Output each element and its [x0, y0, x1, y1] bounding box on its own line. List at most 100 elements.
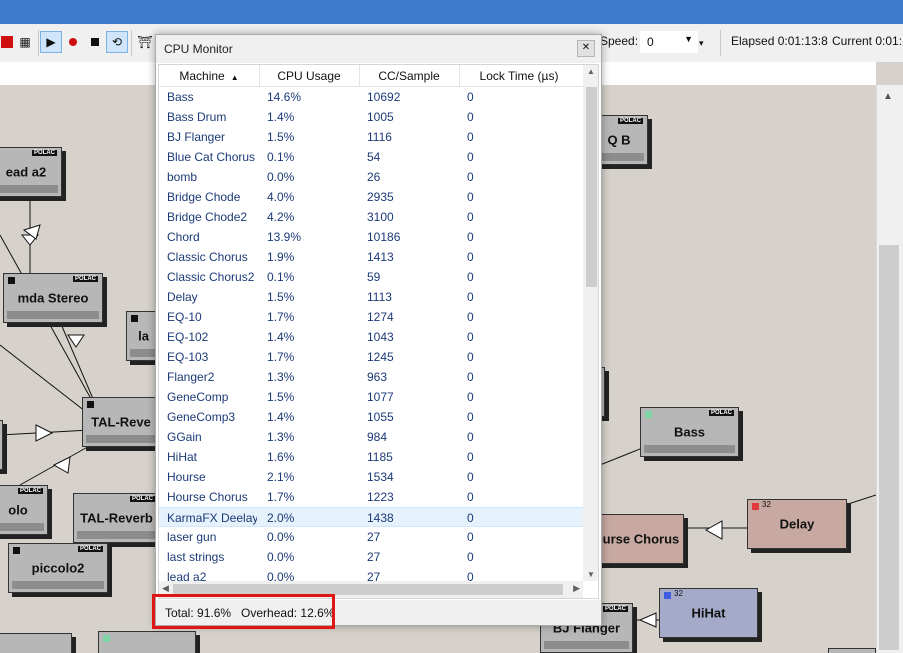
- scroll-thumb[interactable]: [879, 245, 899, 650]
- column-header-cpu-usage[interactable]: CPU Usage: [259, 69, 359, 83]
- table-row[interactable]: Hourse 2.1% 1534 0: [159, 467, 583, 487]
- cell-cc-sample: 26: [367, 170, 381, 184]
- scroll-up-icon[interactable]: ▲: [587, 67, 595, 76]
- plugin-tag: POLAC: [618, 118, 643, 124]
- machine-bass[interactable]: POLAC Bass: [640, 407, 739, 457]
- cell-machine: Bass: [167, 90, 194, 104]
- cell-lock-time: 0: [467, 250, 474, 264]
- cell-cpu-usage: 2.0%: [267, 511, 295, 525]
- table-row[interactable]: HiHat 1.6% 1185 0: [159, 447, 583, 467]
- machine-footer: [77, 531, 156, 539]
- canvas-vertical-scrollbar[interactable]: ▲: [876, 85, 903, 653]
- column-header-machine[interactable]: Machine ▲: [159, 69, 259, 83]
- machine-led: [87, 401, 94, 408]
- cell-machine: last strings: [167, 550, 225, 564]
- table-row[interactable]: Delay 1.5% 1113 0: [159, 287, 583, 307]
- table-row[interactable]: GeneComp 1.5% 1077 0: [159, 387, 583, 407]
- machine-tal-reverb[interactable]: TAL-Reve: [82, 397, 160, 447]
- cell-cc-sample: 10186: [367, 230, 401, 244]
- cell-cpu-usage: 1.3%: [267, 430, 295, 444]
- table-row[interactable]: bomb 0.0% 26 0: [159, 167, 583, 187]
- machine-label: ourse Chorus: [594, 531, 680, 547]
- table-row[interactable]: Blue Cat Chorus V 0.1% 54 0: [159, 147, 583, 167]
- table-row[interactable]: EQ-10 1.7% 1274 0: [159, 307, 583, 327]
- machine-partial[interactable]: [0, 633, 72, 653]
- loop-icon[interactable]: ⟲: [106, 31, 128, 53]
- table-row[interactable]: Classic Chorus2 0.1% 59 0: [159, 267, 583, 287]
- scroll-right-icon[interactable]: ▶: [573, 583, 580, 594]
- speed-select[interactable]: 0 ▼: [640, 31, 698, 53]
- table-row[interactable]: GeneComp3 1.4% 1055 0: [159, 407, 583, 427]
- plugin-tag: POLAC: [603, 606, 628, 612]
- table-row[interactable]: Hourse Chorus 1.7% 1223 0: [159, 487, 583, 507]
- record-icon[interactable]: [62, 31, 84, 53]
- scroll-up-icon[interactable]: ▲: [883, 91, 893, 102]
- column-header-lock-time[interactable]: Lock Time (µs): [459, 69, 579, 83]
- metronome-icon[interactable]: ⛩: [134, 31, 156, 53]
- cell-cc-sample: 1113: [367, 290, 392, 304]
- cell-cc-sample: 1413: [367, 250, 394, 264]
- table-row[interactable]: GGain 1.3% 984 0: [159, 427, 583, 447]
- cell-machine: Hourse: [167, 470, 206, 484]
- machine-partial[interactable]: [828, 648, 876, 653]
- machine-partial[interactable]: [0, 420, 3, 470]
- cell-machine: Flanger2: [167, 370, 215, 384]
- cell-machine: EQ-103: [167, 350, 209, 364]
- table-row[interactable]: laser gun 0.0% 27 0: [159, 527, 583, 547]
- machine-hourse-chorus[interactable]: ourse Chorus: [590, 514, 684, 564]
- machine-delay[interactable]: 32 Delay: [747, 499, 847, 549]
- machine-label: Bass: [673, 424, 706, 440]
- machine-lead-a2[interactable]: POLAC ead a2: [0, 147, 62, 197]
- cell-lock-time: 0: [467, 470, 474, 484]
- machine-partial[interactable]: [98, 631, 196, 653]
- cpu-monitor-titlebar[interactable]: CPU Monitor ✕: [156, 35, 601, 63]
- play-icon[interactable]: ▶: [40, 31, 62, 53]
- table-row[interactable]: EQ-103 1.7% 1245 0: [159, 347, 583, 367]
- cell-lock-time: 0: [467, 310, 474, 324]
- cell-cpu-usage: 1.5%: [267, 130, 295, 144]
- cpu-usage-list[interactable]: Machine ▲ CPU Usage CC/Sample Lock Time (…: [158, 64, 599, 599]
- table-row[interactable]: last strings 0.0% 27 0: [159, 547, 583, 567]
- cell-cc-sample: 1116: [367, 130, 392, 144]
- table-row[interactable]: BJ Flanger 1.5% 1116 0: [159, 127, 583, 147]
- machine-footer: [130, 349, 157, 357]
- table-row[interactable]: KarmaFX Deelay2 2.0% 1438 0: [159, 507, 583, 527]
- table-row[interactable]: Bridge Chode 4.0% 2935 0: [159, 187, 583, 207]
- table-row[interactable]: Chord 13.9% 10186 0: [159, 227, 583, 247]
- cell-cpu-usage: 13.9%: [267, 230, 302, 244]
- cell-lock-time: 0: [467, 410, 474, 424]
- table-row[interactable]: Bass Drum 1.4% 1005 0: [159, 107, 583, 127]
- stop-icon[interactable]: [84, 31, 106, 53]
- machine-piccolo[interactable]: POLAC olo: [0, 485, 48, 535]
- table-row[interactable]: Flanger2 1.3% 963 0: [159, 367, 583, 387]
- pattern-grid-icon[interactable]: ▦: [14, 31, 36, 53]
- list-vertical-scrollbar[interactable]: ▲ ▼: [583, 65, 598, 581]
- cell-lock-time: 0: [467, 290, 474, 304]
- machine-mda-stereo[interactable]: POLAC mda Stereo: [3, 273, 103, 323]
- table-row[interactable]: Classic Chorus 1.9% 1413 0: [159, 247, 583, 267]
- machine-label: TAL-Reverb: [80, 510, 153, 526]
- table-row[interactable]: Bass 14.6% 10692 0: [159, 87, 583, 107]
- scroll-left-icon[interactable]: ◀: [162, 583, 169, 594]
- scroll-thumb[interactable]: [586, 87, 597, 287]
- cell-cc-sample: 10692: [367, 90, 401, 104]
- cell-machine: Delay: [167, 290, 198, 304]
- toolbar-separator: [720, 30, 721, 56]
- cell-lock-time: 0: [467, 130, 474, 144]
- column-header-cc-sample[interactable]: CC/Sample: [359, 69, 459, 83]
- close-button[interactable]: ✕: [577, 40, 595, 57]
- cell-lock-time: 0: [467, 110, 474, 124]
- machine-hihat[interactable]: 32 HiHat: [659, 588, 758, 638]
- toolbar-overflow-icon[interactable]: ▾: [699, 38, 704, 49]
- cell-lock-time: 0: [467, 450, 474, 464]
- cell-lock-time: 0: [467, 230, 474, 244]
- scroll-down-icon[interactable]: ▼: [587, 570, 595, 579]
- table-row[interactable]: Bridge Chode2 4.2% 3100 0: [159, 207, 583, 227]
- cell-machine: Classic Chorus2: [167, 270, 255, 284]
- machine-piccolo2[interactable]: POLAC piccolo2: [8, 543, 108, 593]
- cell-cc-sample: 963: [367, 370, 388, 384]
- table-row[interactable]: EQ-102 1.4% 1043 0: [159, 327, 583, 347]
- cpu-monitor-window[interactable]: CPU Monitor ✕ Machine ▲ CPU Usage CC/Samp…: [155, 34, 602, 626]
- machine-led: [131, 315, 138, 322]
- machine-tal-reverb-2[interactable]: POLAC TAL-Reverb: [73, 493, 160, 543]
